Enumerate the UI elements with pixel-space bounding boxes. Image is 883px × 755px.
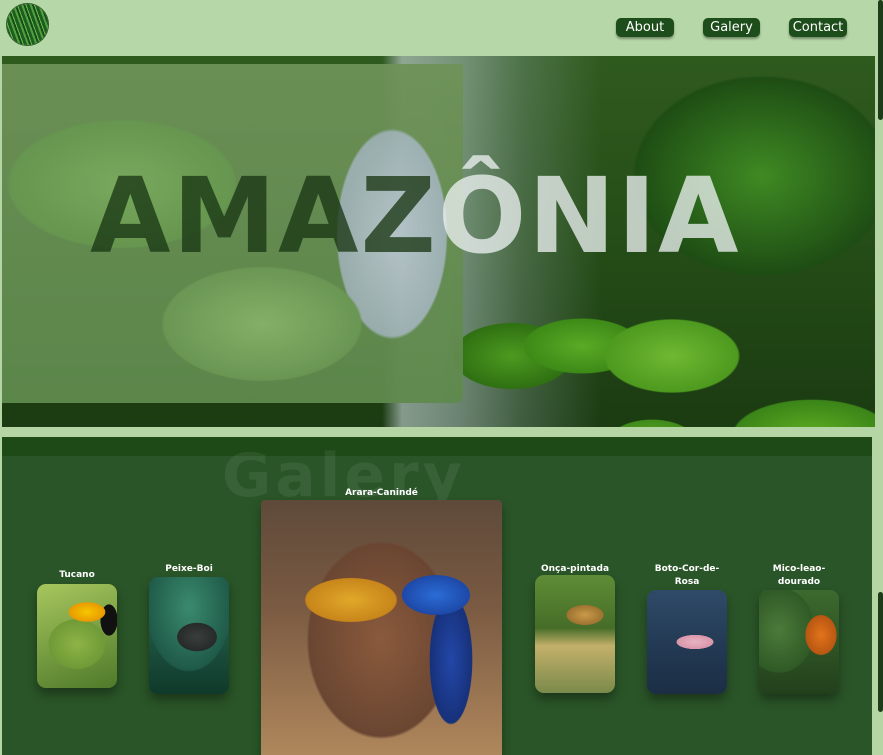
hero-title: AMAZÔNIA bbox=[90, 164, 741, 268]
scrollbar-thumb[interactable] bbox=[878, 592, 883, 712]
nav-about-button[interactable]: About bbox=[616, 18, 674, 37]
card-label: Peixe-Boi bbox=[165, 564, 213, 574]
card-label: Mico-leao-dourado bbox=[772, 564, 826, 587]
nav-galery-button[interactable]: Galery bbox=[703, 18, 760, 37]
card-label: Arara-Canindé bbox=[345, 488, 418, 498]
hero-title-left: AMAZ bbox=[90, 155, 438, 277]
gallery-card-tucano[interactable]: Tucano bbox=[37, 567, 117, 692]
macaw-image bbox=[261, 500, 502, 755]
golden-tamarin-image bbox=[759, 590, 839, 694]
page-scrollbar[interactable] bbox=[877, 0, 883, 755]
toucan-image bbox=[37, 584, 117, 688]
gallery-card-peixe-boi[interactable]: Peixe-Boi bbox=[149, 561, 229, 696]
card-label: Boto-Cor-de-Rosa bbox=[654, 564, 720, 587]
card-label: Tucano bbox=[59, 570, 95, 580]
jaguar-image bbox=[535, 575, 615, 693]
header: About Galery Contact bbox=[0, 0, 877, 56]
gallery-card-boto[interactable]: Boto-Cor-de-Rosa bbox=[647, 563, 727, 695]
hero-title-right: ÔNIA bbox=[437, 155, 741, 277]
gallery-section: Galery Tucano Peixe-Boi Arara-Canindé On… bbox=[2, 437, 872, 755]
gallery-card-onca[interactable]: Onça-pintada bbox=[535, 563, 615, 695]
hero-banner: AMAZÔNIA bbox=[2, 56, 875, 427]
manatee-image bbox=[149, 577, 229, 694]
scrollbar-thumb-top[interactable] bbox=[878, 0, 883, 120]
gallery-card-mico[interactable]: Mico-leao-dourado bbox=[759, 563, 839, 695]
pink-dolphin-image bbox=[647, 590, 727, 694]
nav-contact-button[interactable]: Contact bbox=[789, 18, 847, 37]
forest-logo-icon[interactable] bbox=[7, 4, 48, 45]
gallery-card-arara[interactable]: Arara-Canindé bbox=[261, 485, 502, 755]
